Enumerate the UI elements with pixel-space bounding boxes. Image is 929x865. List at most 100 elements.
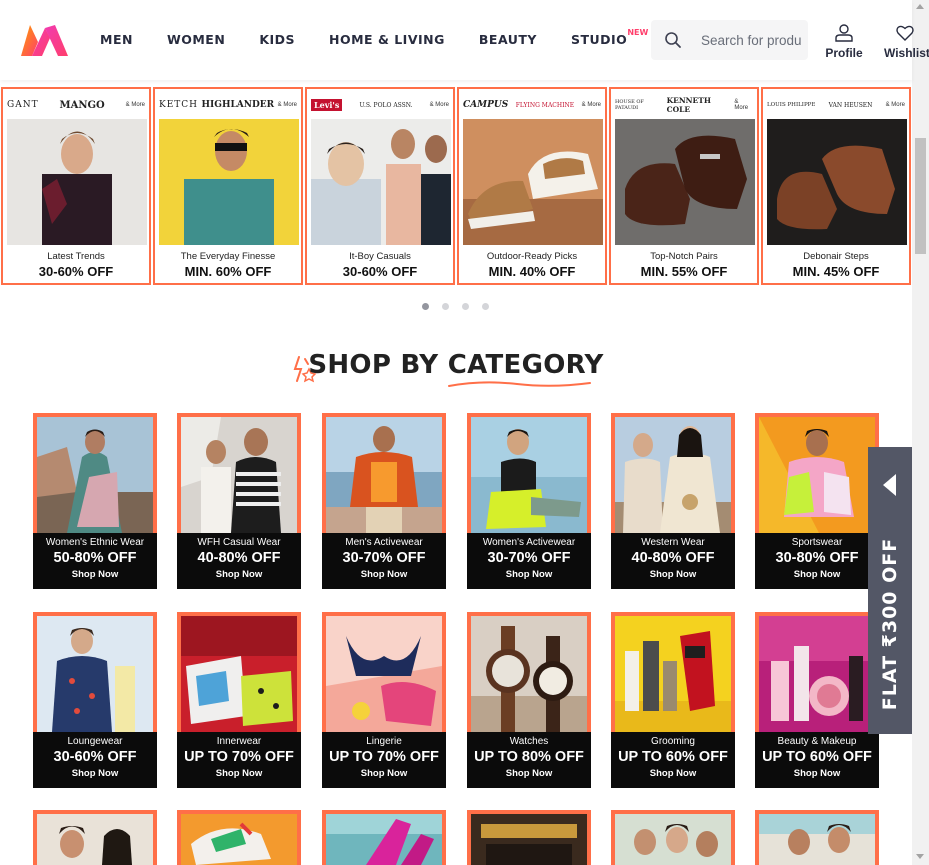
carousel-dot[interactable] <box>462 303 469 310</box>
category-tile[interactable] <box>467 810 591 865</box>
category-image <box>471 616 587 732</box>
profile-button[interactable]: Profile <box>824 24 864 60</box>
scroll-up-arrow-icon[interactable] <box>916 4 924 9</box>
scrollbar-thumb[interactable] <box>915 138 926 254</box>
category-tile[interactable] <box>33 810 157 865</box>
expand-arrow-icon[interactable] <box>883 474 896 496</box>
brand-card[interactable]: Levi's U.S. POLO ASSN. & More It-Boy Cas… <box>305 87 455 285</box>
profile-icon <box>835 24 853 42</box>
brand-logo: HIGHLANDER <box>201 100 275 110</box>
category-offer: UP TO 70% OFF <box>329 749 439 765</box>
brand-card[interactable]: CAMPUS FLYING MACHINE & More Outdoor-Rea… <box>457 87 607 285</box>
shop-now-link[interactable]: Shop Now <box>322 768 446 779</box>
category-name: Beauty & Makeup <box>777 736 857 747</box>
carousel-dot[interactable] <box>482 303 489 310</box>
shop-now-link[interactable]: Shop Now <box>755 768 879 779</box>
nav-women[interactable]: WOMEN <box>167 32 225 47</box>
category-label: Beauty & Makeup UP TO 60% OFF Shop Now <box>755 732 879 788</box>
category-tile[interactable]: Loungewear 30-60% OFF Shop Now <box>33 612 157 788</box>
category-tile[interactable] <box>322 810 446 865</box>
carousel-dot[interactable] <box>422 303 429 310</box>
flat-offer-tab[interactable]: FLAT ₹300 OFF <box>868 447 912 734</box>
category-tile[interactable]: Innerwear UP TO 70% OFF Shop Now <box>177 612 301 788</box>
category-name: Men's Activewear <box>345 537 423 548</box>
shop-now-link[interactable]: Shop Now <box>611 768 735 779</box>
shop-now-link[interactable]: Shop Now <box>177 768 301 779</box>
more-brands-label: & More <box>429 102 449 108</box>
search-bar[interactable] <box>651 20 808 60</box>
brand-photo <box>159 119 299 245</box>
category-image <box>615 814 731 865</box>
category-tile[interactable]: Watches UP TO 80% OFF Shop Now <box>467 612 591 788</box>
shop-now-link[interactable]: Shop Now <box>33 768 157 779</box>
category-name: Grooming <box>651 736 695 747</box>
nav-beauty[interactable]: BEAUTY <box>479 32 537 47</box>
section-title: SHOP BY CATEGORY <box>308 350 604 380</box>
shop-now-link[interactable]: Shop Now <box>467 569 591 580</box>
shop-now-link[interactable]: Shop Now <box>177 569 301 580</box>
category-image <box>37 417 153 533</box>
category-name: Watches <box>509 736 549 747</box>
category-tile[interactable]: Western Wear 40-80% OFF Shop Now <box>611 413 735 589</box>
brand-tagline: It-Boy Casuals <box>349 251 411 262</box>
category-tile[interactable]: WFH Casual Wear 40-80% OFF Shop Now <box>177 413 301 589</box>
carousel-dot[interactable] <box>442 303 449 310</box>
category-offer: 40-80% OFF <box>197 550 281 566</box>
category-tile[interactable]: Beauty & Makeup UP TO 60% OFF Shop Now <box>755 612 879 788</box>
search-input[interactable] <box>701 30 801 50</box>
scroll-down-arrow-icon[interactable] <box>916 854 924 859</box>
category-tile[interactable]: Sportswear 30-80% OFF Shop Now <box>755 413 879 589</box>
nav-kids[interactable]: KIDS <box>259 32 295 47</box>
category-tile[interactable] <box>611 810 735 865</box>
brand-logos: LOUIS PHILIPPE VAN HEUSEN & More <box>767 93 905 117</box>
brand-tagline: Latest Trends <box>47 251 105 262</box>
brand-card[interactable]: LOUIS PHILIPPE VAN HEUSEN & More Debonai… <box>761 87 911 285</box>
category-offer: 50-80% OFF <box>53 550 137 566</box>
brand-card[interactable]: GANT MANGO & More Latest Trends 30-60% O… <box>1 87 151 285</box>
category-label: Western Wear 40-80% OFF Shop Now <box>611 533 735 589</box>
shop-now-link[interactable]: Shop Now <box>322 569 446 580</box>
search-icon[interactable] <box>664 31 682 49</box>
brand-logo: FLYING MACHINE <box>515 101 575 109</box>
brand-tagline: The Everyday Finesse <box>180 251 276 262</box>
category-image <box>471 417 587 533</box>
category-image <box>181 417 297 533</box>
category-tile[interactable] <box>755 810 879 865</box>
category-tile[interactable]: Women's Activewear 30-70% OFF Shop Now <box>467 413 591 589</box>
brand-card[interactable]: HOUSE OF PATAUDI KENNETH COLE & More Top… <box>609 87 759 285</box>
category-image <box>181 814 297 865</box>
category-offer: 40-80% OFF <box>631 550 715 566</box>
more-brands-label: & More <box>277 102 297 108</box>
shop-now-link[interactable]: Shop Now <box>611 569 735 580</box>
shop-now-link[interactable]: Shop Now <box>755 569 879 580</box>
nav-men[interactable]: MEN <box>100 32 133 47</box>
category-tile[interactable]: Women's Ethnic Wear 50-80% OFF Shop Now <box>33 413 157 589</box>
nav-studio[interactable]: STUDIO NEW <box>571 28 648 47</box>
category-label: Loungewear 30-60% OFF Shop Now <box>33 732 157 788</box>
myntra-logo[interactable] <box>20 22 70 58</box>
brand-logos: HOUSE OF PATAUDI KENNETH COLE & More <box>615 93 753 117</box>
category-label: Innerwear UP TO 70% OFF Shop Now <box>177 732 301 788</box>
category-image <box>759 616 875 732</box>
category-tile[interactable]: Men's Activewear 30-70% OFF Shop Now <box>322 413 446 589</box>
brand-photo <box>463 119 603 245</box>
vertical-scrollbar[interactable] <box>912 0 929 865</box>
shop-now-link[interactable]: Shop Now <box>467 768 591 779</box>
wishlist-label: Wishlist <box>884 46 929 60</box>
brand-photo <box>311 119 451 245</box>
category-image <box>326 417 442 533</box>
category-tile[interactable]: Grooming UP TO 60% OFF Shop Now <box>611 612 735 788</box>
nav-home-living[interactable]: HOME & LIVING <box>329 32 445 47</box>
category-image <box>471 814 587 865</box>
category-image <box>759 417 875 533</box>
category-tile[interactable]: Lingerie UP TO 70% OFF Shop Now <box>322 612 446 788</box>
brand-card[interactable]: KETCH HIGHLANDER & More The Everyday Fin… <box>153 87 303 285</box>
category-tile[interactable] <box>177 810 301 865</box>
category-offer: UP TO 80% OFF <box>474 749 584 765</box>
category-offer: 30-60% OFF <box>53 749 137 765</box>
brand-logo: HOUSE OF PATAUDI <box>615 99 644 111</box>
shop-now-link[interactable]: Shop Now <box>33 569 157 580</box>
brand-logos: Levi's U.S. POLO ASSN. & More <box>311 93 449 117</box>
main-nav: MEN WOMEN KIDS HOME & LIVING BEAUTY STUD… <box>100 28 661 47</box>
wishlist-button[interactable]: Wishlist <box>884 24 929 60</box>
